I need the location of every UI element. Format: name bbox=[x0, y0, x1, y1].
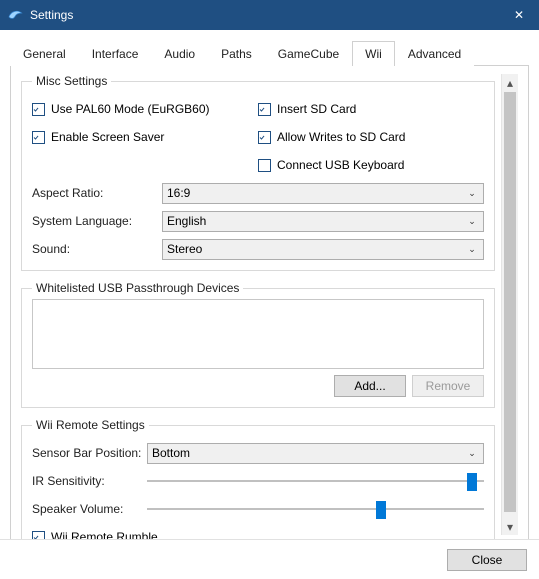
window-title: Settings bbox=[30, 8, 499, 22]
sd-write-checkbox[interactable]: Allow Writes to SD Card bbox=[258, 130, 405, 144]
usb-kb-checkbox[interactable]: Connect USB Keyboard bbox=[258, 158, 404, 172]
close-icon[interactable]: ✕ bbox=[499, 0, 539, 30]
tab-wii[interactable]: Wii bbox=[352, 41, 395, 66]
usb-device-listbox[interactable] bbox=[32, 299, 484, 369]
checkmark-icon bbox=[32, 131, 45, 144]
ir-sensitivity-slider[interactable] bbox=[147, 470, 484, 492]
slider-thumb[interactable] bbox=[467, 473, 477, 491]
tab-gamecube[interactable]: GameCube bbox=[265, 41, 352, 66]
pal60-checkbox[interactable]: Use PAL60 Mode (EuRGB60) bbox=[32, 102, 210, 116]
sensor-bar-label: Sensor Bar Position: bbox=[32, 446, 147, 460]
speaker-volume-slider[interactable] bbox=[147, 498, 484, 520]
close-button[interactable]: Close bbox=[447, 549, 527, 571]
chevron-down-icon: ⌄ bbox=[465, 216, 479, 227]
usb-passthrough-group: Whitelisted USB Passthrough Devices Add.… bbox=[21, 281, 495, 408]
tab-advanced[interactable]: Advanced bbox=[395, 41, 474, 66]
screensaver-checkbox[interactable]: Enable Screen Saver bbox=[32, 130, 164, 144]
client-area: General Interface Audio Paths GameCube W… bbox=[0, 30, 539, 579]
tabstrip: General Interface Audio Paths GameCube W… bbox=[10, 40, 529, 66]
usb-passthrough-legend: Whitelisted USB Passthrough Devices bbox=[32, 281, 243, 295]
slider-thumb[interactable] bbox=[376, 501, 386, 519]
tab-audio[interactable]: Audio bbox=[151, 41, 208, 66]
insert-sd-label: Insert SD Card bbox=[277, 102, 356, 116]
checkbox-empty-icon bbox=[258, 159, 271, 172]
wii-remote-group: Wii Remote Settings Sensor Bar Position:… bbox=[21, 418, 495, 559]
chevron-down-icon: ⌄ bbox=[465, 188, 479, 199]
misc-settings-legend: Misc Settings bbox=[32, 74, 111, 88]
misc-settings-group: Misc Settings Use PAL60 Mode (EuRGB60) bbox=[21, 74, 495, 271]
speaker-volume-label: Speaker Volume: bbox=[32, 502, 147, 516]
sd-write-label: Allow Writes to SD Card bbox=[277, 130, 405, 144]
usb-kb-label: Connect USB Keyboard bbox=[277, 158, 404, 172]
vertical-scrollbar[interactable]: ▴ ▾ bbox=[501, 74, 518, 535]
scroll-down-icon[interactable]: ▾ bbox=[502, 518, 518, 535]
aspect-ratio-value: 16:9 bbox=[167, 186, 465, 200]
tab-paths[interactable]: Paths bbox=[208, 41, 265, 66]
tab-content: Misc Settings Use PAL60 Mode (EuRGB60) bbox=[10, 66, 529, 544]
chevron-down-icon: ⌄ bbox=[465, 244, 479, 255]
scrollbar-thumb[interactable] bbox=[504, 92, 516, 512]
system-language-label: System Language: bbox=[32, 214, 162, 228]
checkmark-icon bbox=[32, 103, 45, 116]
chevron-down-icon: ⌄ bbox=[465, 448, 479, 459]
pal60-label: Use PAL60 Mode (EuRGB60) bbox=[51, 102, 210, 116]
wii-remote-legend: Wii Remote Settings bbox=[32, 418, 149, 432]
system-language-value: English bbox=[167, 214, 465, 228]
sensor-bar-value: Bottom bbox=[152, 446, 465, 460]
sound-label: Sound: bbox=[32, 242, 162, 256]
aspect-ratio-label: Aspect Ratio: bbox=[32, 186, 162, 200]
sound-select[interactable]: Stereo ⌄ bbox=[162, 239, 484, 260]
add-button[interactable]: Add... bbox=[334, 375, 406, 397]
ir-sensitivity-label: IR Sensitivity: bbox=[32, 474, 147, 488]
dialog-footer: Close bbox=[0, 539, 539, 579]
tab-general[interactable]: General bbox=[10, 41, 79, 66]
checkmark-icon bbox=[258, 131, 271, 144]
sound-value: Stereo bbox=[167, 242, 465, 256]
dolphin-icon bbox=[6, 6, 24, 24]
tab-interface[interactable]: Interface bbox=[79, 41, 152, 66]
insert-sd-checkbox[interactable]: Insert SD Card bbox=[258, 102, 356, 116]
sensor-bar-select[interactable]: Bottom ⌄ bbox=[147, 443, 484, 464]
titlebar: Settings ✕ bbox=[0, 0, 539, 30]
checkmark-icon bbox=[258, 103, 271, 116]
aspect-ratio-select[interactable]: 16:9 ⌄ bbox=[162, 183, 484, 204]
screensaver-label: Enable Screen Saver bbox=[51, 130, 164, 144]
scroll-up-icon[interactable]: ▴ bbox=[502, 74, 518, 91]
system-language-select[interactable]: English ⌄ bbox=[162, 211, 484, 232]
remove-button: Remove bbox=[412, 375, 484, 397]
slider-track bbox=[147, 480, 484, 482]
slider-track bbox=[147, 508, 484, 510]
